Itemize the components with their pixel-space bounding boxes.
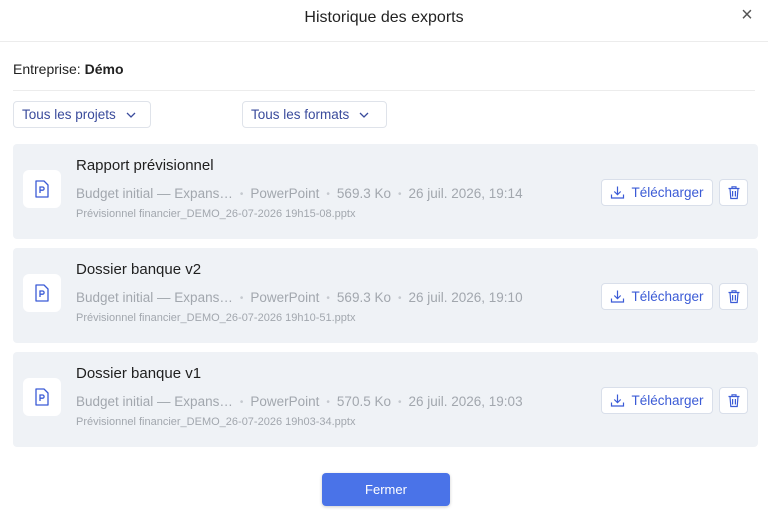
export-item: Rapport prévisionnel Budget initial — Ex… [13,144,758,239]
download-icon [611,394,625,407]
export-project: Budget initial — Expans… [76,290,233,305]
export-meta: Budget initial — Expans… • PowerPoint • 570.… [76,394,523,409]
export-size: 569.3 Ko [336,186,391,201]
download-button[interactable]: Télécharger [601,283,713,310]
export-filename: Prévisionnel financier_DEMO_26-07-2026 1… [76,312,356,324]
download-button[interactable]: Télécharger [601,179,713,206]
powerpoint-file-icon [23,274,61,312]
export-format: PowerPoint [250,290,320,305]
company-line: Entreprise: Démo [13,61,124,77]
delete-button[interactable] [719,387,748,414]
dialog-title: Historique des exports [304,9,464,26]
export-project: Budget initial — Expans… [76,394,233,409]
trash-icon [728,394,739,408]
divider [13,90,755,91]
export-meta: Budget initial — Expans… • PowerPoint • 569.… [76,186,523,201]
export-format: PowerPoint [250,186,320,201]
export-date: 26 juil. 2026, 19:03 [408,394,523,409]
export-date: 26 juil. 2026, 19:14 [408,186,523,201]
chevron-down-icon [126,112,136,118]
close-icon[interactable]: × [736,5,758,27]
download-label: Télécharger [631,393,704,408]
export-size: 569.3 Ko [336,290,391,305]
export-format: PowerPoint [250,394,320,409]
export-item: Dossier banque v2 Budget initial — Expan… [13,248,758,343]
projects-filter-label: Tous les projets [22,107,116,122]
company-label: Entreprise: [13,61,81,77]
export-date: 26 juil. 2026, 19:10 [408,290,523,305]
export-size: 570.5 Ko [336,394,391,409]
download-label: Télécharger [631,289,704,304]
export-meta: Budget initial — Expans… • PowerPoint • 569.… [76,290,523,305]
close-button[interactable]: Fermer [322,473,450,506]
delete-button[interactable] [719,179,748,206]
powerpoint-file-icon [23,378,61,416]
export-title: Dossier banque v1 [76,365,202,382]
export-title: Dossier banque v2 [76,261,202,278]
export-title: Rapport prévisionnel [76,157,214,174]
delete-button[interactable] [719,283,748,310]
export-project: Budget initial — Expans… [76,186,233,201]
download-icon [611,290,625,303]
formats-filter-dropdown[interactable]: Tous les formats [242,101,387,128]
trash-icon [728,186,739,200]
chevron-down-icon [359,112,369,118]
projects-filter-dropdown[interactable]: Tous les projets [13,101,151,128]
download-button[interactable]: Télécharger [601,387,713,414]
download-icon [611,186,625,199]
export-filename: Prévisionnel financier_DEMO_26-07-2026 1… [76,416,356,428]
formats-filter-label: Tous les formats [251,107,350,122]
export-filename: Prévisionnel financier_DEMO_26-07-2026 1… [76,208,356,220]
export-item: Dossier banque v1 Budget initial — Expan… [13,352,758,447]
download-label: Télécharger [631,185,704,200]
powerpoint-file-icon [23,170,61,208]
dialog-header: Historique des exports × [0,0,768,42]
company-name: Démo [84,61,124,77]
trash-icon [728,290,739,304]
